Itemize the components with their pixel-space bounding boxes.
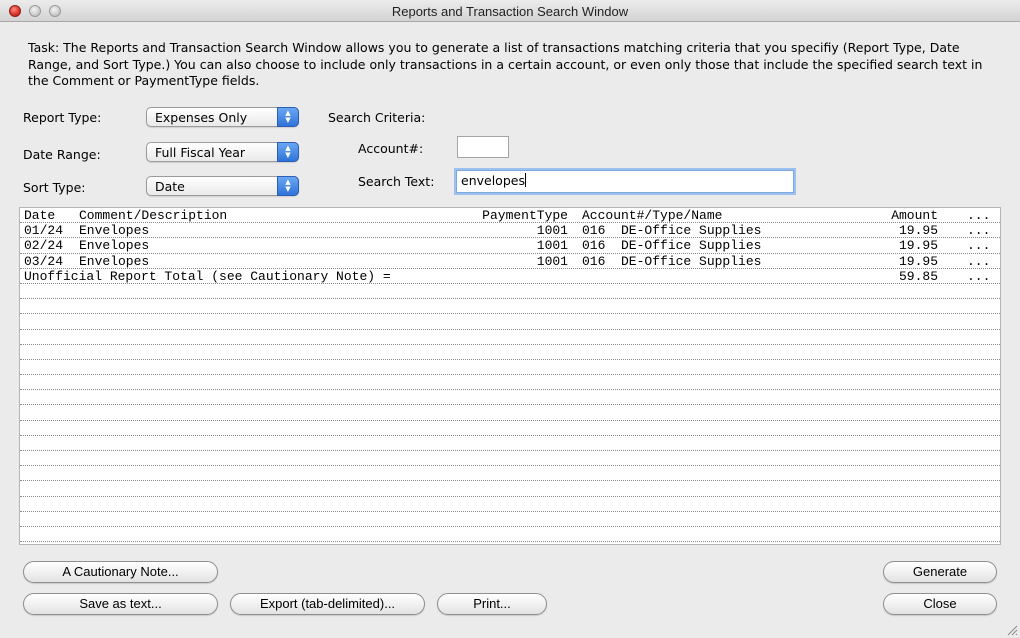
- row-account: 016 DE-Office Supplies: [582, 253, 762, 269]
- empty-report-line: [20, 421, 1000, 436]
- up-down-arrows-icon: ▲ ▼: [277, 142, 299, 162]
- column-header-amount: Amount: [891, 208, 938, 223]
- empty-report-lines: [20, 284, 1000, 543]
- row-amount: 19.95: [898, 253, 938, 269]
- date-range-value: Full Fiscal Year: [155, 145, 246, 160]
- table-row[interactable]: 01/24 Envelopes 1001 016 DE-Office Suppl…: [20, 223, 1000, 239]
- sort-type-select[interactable]: Date ▲ ▼: [146, 176, 299, 196]
- row-payment-type: 1001: [536, 253, 568, 269]
- total-amount: 59.85: [898, 268, 938, 284]
- date-range-label: Date Range:: [23, 147, 101, 162]
- row-description: Envelopes: [79, 223, 150, 239]
- search-text-value: envelopes: [461, 173, 525, 188]
- row-date: 03/24: [24, 253, 64, 269]
- search-text-label: Search Text:: [358, 174, 435, 189]
- row-description: Envelopes: [79, 253, 150, 269]
- account-input[interactable]: [457, 136, 509, 158]
- column-header-payment-type: PaymentType: [482, 208, 568, 223]
- empty-report-line: [20, 527, 1000, 543]
- report-total-row[interactable]: Unofficial Report Total (see Cautionary …: [20, 269, 1000, 284]
- column-header-description: Comment/Description: [79, 208, 228, 223]
- row-more: ...: [967, 238, 991, 254]
- table-row[interactable]: 02/24 Envelopes 1001 016 DE-Office Suppl…: [20, 238, 1000, 254]
- export-tab-delimited-button[interactable]: Export (tab-delimited)...: [230, 593, 425, 615]
- row-date: 01/24: [24, 223, 64, 239]
- column-header-date: Date: [24, 208, 56, 223]
- print-button[interactable]: Print...: [437, 593, 547, 615]
- empty-report-line: [20, 466, 1000, 482]
- empty-report-line: [20, 512, 1000, 527]
- search-criteria-label: Search Criteria:: [328, 110, 426, 125]
- row-account: 016 DE-Office Supplies: [582, 223, 762, 239]
- window-title: Reports and Transaction Search Window: [391, 4, 629, 19]
- resize-grip-icon[interactable]: [1006, 624, 1018, 636]
- column-header-more: ...: [967, 208, 991, 223]
- row-description: Envelopes: [79, 238, 150, 254]
- account-label: Account#:: [358, 141, 424, 156]
- up-down-arrows-icon: ▲ ▼: [277, 107, 299, 127]
- empty-report-line: [20, 345, 1000, 360]
- empty-report-line: [20, 314, 1000, 330]
- empty-report-line: [20, 299, 1000, 315]
- row-more: ...: [967, 223, 991, 239]
- row-payment-type: 1001: [536, 223, 568, 239]
- row-account: 016 DE-Office Supplies: [582, 238, 762, 254]
- task-description: Task: The Reports and Transaction Search…: [28, 40, 983, 88]
- report-header-row: Date Comment/Description PaymentType Acc…: [20, 208, 1000, 224]
- generate-button[interactable]: Generate: [883, 561, 997, 583]
- empty-report-line: [20, 375, 1000, 391]
- sort-type-label: Sort Type:: [23, 180, 86, 195]
- report-type-value: Expenses Only: [155, 110, 248, 125]
- table-row[interactable]: 03/24 Envelopes 1001 016 DE-Office Suppl…: [20, 254, 1000, 269]
- date-range-select[interactable]: Full Fiscal Year ▲ ▼: [146, 142, 299, 162]
- report-output-area[interactable]: Date Comment/Description PaymentType Acc…: [19, 207, 1001, 545]
- row-amount: 19.95: [898, 223, 938, 239]
- row-more: ...: [967, 253, 991, 269]
- total-label: Unofficial Report Total (see Cautionary …: [24, 268, 391, 284]
- empty-report-line: [20, 284, 1000, 300]
- empty-report-line: [20, 360, 1000, 376]
- empty-report-line: [20, 390, 1000, 406]
- row-date: 02/24: [24, 238, 64, 254]
- column-header-account: Account#/Type/Name: [582, 208, 723, 223]
- title-bar: Reports and Transaction Search Window: [0, 0, 1020, 22]
- empty-report-line: [20, 436, 1000, 451]
- report-type-select[interactable]: Expenses Only ▲ ▼: [146, 107, 299, 127]
- save-as-text-button[interactable]: Save as text...: [23, 593, 218, 615]
- report-type-label: Report Type:: [23, 110, 102, 125]
- empty-report-line: [20, 405, 1000, 421]
- sort-type-value: Date: [155, 179, 185, 194]
- empty-report-line: [20, 481, 1000, 497]
- close-button[interactable]: Close: [883, 593, 997, 615]
- empty-report-line: [20, 330, 1000, 345]
- search-text-input[interactable]: envelopes: [456, 170, 794, 193]
- text-caret: [524, 173, 526, 187]
- empty-report-line: [20, 497, 1000, 512]
- total-more: ...: [967, 268, 991, 284]
- empty-report-line: [20, 451, 1000, 467]
- row-payment-type: 1001: [536, 238, 568, 254]
- cautionary-note-button[interactable]: A Cautionary Note...: [23, 561, 218, 583]
- up-down-arrows-icon: ▲ ▼: [277, 176, 299, 196]
- row-amount: 19.95: [898, 238, 938, 254]
